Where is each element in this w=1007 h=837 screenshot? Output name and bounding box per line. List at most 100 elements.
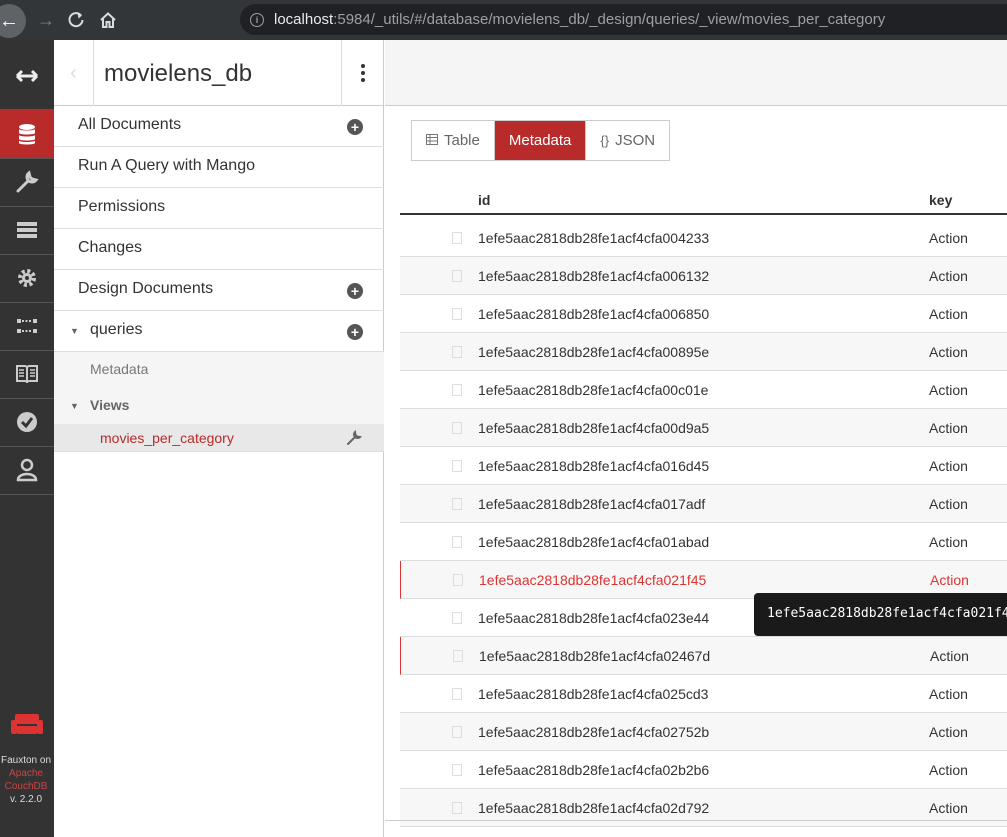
copy-icon[interactable]: [453, 574, 463, 586]
add-document-icon[interactable]: +: [347, 119, 363, 135]
table-row[interactable]: 1efe5aac2818db28fe1acf4cfa02467d Action: [400, 637, 1007, 675]
cell-id[interactable]: 1efe5aac2818db28fe1acf4cfa00d9a5: [478, 420, 709, 436]
cell-id[interactable]: 1efe5aac2818db28fe1acf4cfa025cd3: [478, 686, 708, 702]
cell-id[interactable]: 1efe5aac2818db28fe1acf4cfa004233: [478, 230, 709, 246]
user-icon[interactable]: [0, 446, 54, 494]
reload-icon[interactable]: [60, 4, 92, 36]
sidebar-item-mango-query[interactable]: Run A Query with Mango: [54, 147, 384, 188]
caret-down-icon[interactable]: ▼: [70, 401, 79, 411]
sidebar-item-design-documents[interactable]: Design Documents +: [54, 270, 384, 311]
table-row[interactable]: 1efe5aac2818db28fe1acf4cfa01abad Action: [400, 523, 1007, 561]
sidebar-item-metadata[interactable]: Metadata: [90, 361, 148, 377]
copy-icon[interactable]: [452, 688, 462, 700]
copy-icon[interactable]: [452, 460, 462, 472]
cell-key: Action: [929, 344, 968, 360]
table-icon: [426, 133, 438, 148]
sidebar-item-changes[interactable]: Changes: [54, 229, 384, 270]
copy-icon[interactable]: [452, 764, 462, 776]
table-row[interactable]: 1efe5aac2818db28fe1acf4cfa00d9a5 Action: [400, 409, 1007, 447]
back-icon[interactable]: ←: [0, 4, 26, 38]
table-row[interactable]: 1efe5aac2818db28fe1acf4cfa025cd3 Action: [400, 675, 1007, 713]
copy-icon[interactable]: [452, 308, 462, 320]
cell-key: Action: [929, 268, 968, 284]
cell-id[interactable]: 1efe5aac2818db28fe1acf4cfa021f45: [479, 572, 706, 588]
tab-label: Table: [444, 132, 480, 149]
more-menu-button[interactable]: [341, 40, 384, 106]
copy-icon[interactable]: [452, 802, 462, 814]
home-icon[interactable]: [92, 4, 124, 36]
sidebar-header: ‹ movielens_db: [54, 40, 384, 106]
copy-icon[interactable]: [452, 726, 462, 738]
cell-key: Action: [929, 724, 968, 740]
copy-icon[interactable]: [452, 384, 462, 396]
tab-json[interactable]: {} JSON: [586, 121, 670, 160]
cell-key: Action: [929, 306, 968, 322]
table-row[interactable]: 1efe5aac2818db28fe1acf4cfa02b2b6 Action: [400, 751, 1007, 789]
sidebar: ‹ movielens_db All Documents + Run A Que…: [54, 40, 384, 837]
toggle-nav-icon[interactable]: [0, 52, 54, 100]
chevron-left-icon[interactable]: ‹: [54, 40, 94, 106]
column-header-id[interactable]: id: [478, 192, 490, 208]
cell-id[interactable]: 1efe5aac2818db28fe1acf4cfa02d792: [478, 800, 709, 816]
active-view-label: movies_per_category: [100, 430, 234, 446]
cell-id[interactable]: 1efe5aac2818db28fe1acf4cfa023e44: [478, 610, 709, 626]
add-design-doc-icon[interactable]: +: [347, 283, 363, 299]
forward-icon[interactable]: →: [30, 4, 62, 36]
database-title: movielens_db: [104, 60, 253, 87]
table-row[interactable]: 1efe5aac2818db28fe1acf4cfa016d45 Action: [400, 447, 1007, 485]
replication-icon[interactable]: [0, 302, 54, 350]
cell-id[interactable]: 1efe5aac2818db28fe1acf4cfa01abad: [478, 534, 709, 550]
cell-key: Action: [930, 648, 969, 664]
documentation-book-icon[interactable]: [0, 350, 54, 398]
column-header-key[interactable]: key: [929, 192, 952, 208]
table-row[interactable]: 1efe5aac2818db28fe1acf4cfa02d792 Action: [400, 789, 1007, 827]
verify-check-icon[interactable]: [0, 398, 54, 446]
cell-id[interactable]: 1efe5aac2818db28fe1acf4cfa02b2b6: [478, 762, 709, 778]
brand-line3: CouchDB: [4, 781, 48, 792]
sidebar-item-all-documents[interactable]: All Documents +: [54, 106, 384, 147]
databases-icon[interactable]: [0, 110, 54, 158]
copy-icon[interactable]: [452, 612, 462, 624]
copy-icon[interactable]: [453, 650, 463, 662]
cell-id[interactable]: 1efe5aac2818db28fe1acf4cfa006850: [478, 306, 709, 322]
sidebar-item-permissions[interactable]: Permissions: [54, 188, 384, 229]
tab-table[interactable]: Table: [412, 121, 495, 160]
table-row[interactable]: 1efe5aac2818db28fe1acf4cfa017adf Action: [400, 485, 1007, 523]
views-heading[interactable]: Views: [90, 397, 129, 413]
table-row[interactable]: 1efe5aac2818db28fe1acf4cfa006850 Action: [400, 295, 1007, 333]
cell-id[interactable]: 1efe5aac2818db28fe1acf4cfa00895e: [478, 344, 709, 360]
copy-icon[interactable]: [452, 270, 462, 282]
cell-id[interactable]: 1efe5aac2818db28fe1acf4cfa02752b: [478, 724, 709, 740]
add-to-design-doc-icon[interactable]: +: [347, 324, 363, 340]
table-row[interactable]: 1efe5aac2818db28fe1acf4cfa004233 Action: [400, 219, 1007, 257]
tab-metadata[interactable]: Metadata: [494, 121, 587, 160]
cell-id[interactable]: 1efe5aac2818db28fe1acf4cfa017adf: [478, 496, 705, 512]
copy-icon[interactable]: [452, 536, 462, 548]
copy-icon[interactable]: [452, 232, 462, 244]
browser-toolbar: ← → i localhost:5984/_utils/#/database/m…: [0, 0, 1007, 40]
sidebar-item-label: Permissions: [78, 198, 166, 215]
copy-icon[interactable]: [452, 498, 462, 510]
copy-icon[interactable]: [452, 346, 462, 358]
sidebar-item-design-doc-queries[interactable]: ▼ queries +: [54, 311, 384, 352]
address-bar[interactable]: i localhost:5984/_utils/#/database/movie…: [240, 4, 1007, 35]
table-row[interactable]: 1efe5aac2818db28fe1acf4cfa02752b Action: [400, 713, 1007, 751]
cell-id[interactable]: 1efe5aac2818db28fe1acf4cfa00c01e: [478, 382, 708, 398]
cell-key: Action: [929, 496, 968, 512]
kebab-icon: [361, 63, 365, 84]
caret-down-icon[interactable]: ▼: [70, 326, 79, 336]
wrench-icon[interactable]: [346, 429, 363, 451]
config-gear-icon[interactable]: [0, 254, 54, 302]
sidebar-item-active-view[interactable]: movies_per_category: [54, 424, 384, 452]
cell-key: Action: [929, 686, 968, 702]
cell-id[interactable]: 1efe5aac2818db28fe1acf4cfa016d45: [478, 458, 709, 474]
table-row[interactable]: 1efe5aac2818db28fe1acf4cfa006132 Action: [400, 257, 1007, 295]
info-icon[interactable]: i: [250, 12, 264, 27]
active-tasks-icon[interactable]: [0, 206, 54, 254]
table-row[interactable]: 1efe5aac2818db28fe1acf4cfa00895e Action: [400, 333, 1007, 371]
table-row[interactable]: 1efe5aac2818db28fe1acf4cfa00c01e Action: [400, 371, 1007, 409]
cell-id[interactable]: 1efe5aac2818db28fe1acf4cfa02467d: [479, 648, 710, 664]
cell-id[interactable]: 1efe5aac2818db28fe1acf4cfa006132: [478, 268, 709, 284]
copy-icon[interactable]: [452, 422, 462, 434]
setup-wrench-icon[interactable]: [0, 158, 54, 206]
